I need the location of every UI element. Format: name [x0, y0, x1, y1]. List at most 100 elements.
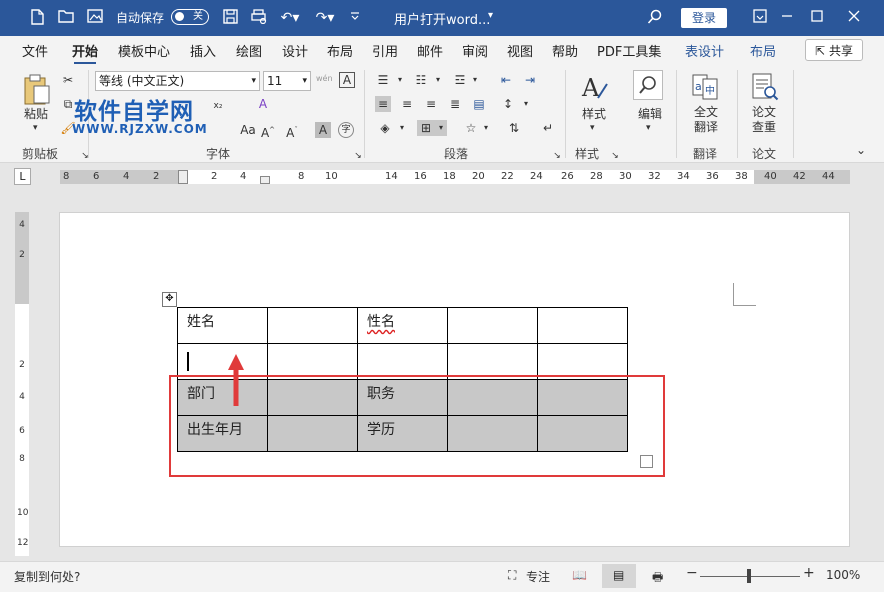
tab-table-layout[interactable]: 布局	[750, 41, 776, 60]
share-button[interactable]: ⇱ 共享	[805, 39, 863, 61]
bullets-icon[interactable]: ☰	[375, 72, 391, 88]
collapse-ribbon-icon[interactable]: ⌄	[853, 142, 869, 158]
chinese-layout-icon[interactable]: ☆	[463, 120, 479, 136]
paper-check-label-2[interactable]: 查重	[752, 119, 776, 135]
zoom-slider-thumb[interactable]	[747, 569, 751, 583]
font-size-dropdown-icon[interactable]: ▾	[302, 72, 307, 90]
clipboard-launcher-icon[interactable]: ↘	[77, 148, 93, 164]
tab-insert[interactable]: 插入	[190, 41, 216, 60]
redo-icon[interactable]: ↷▾	[314, 9, 336, 27]
paragraph-launcher-icon[interactable]: ↘	[549, 148, 565, 164]
shrink-font-icon[interactable]: Aˇ	[284, 122, 300, 140]
styles-icon[interactable]: A	[580, 72, 610, 104]
styles-launcher-icon[interactable]: ↘	[607, 148, 623, 164]
tab-view[interactable]: 视图	[507, 41, 533, 60]
undo-icon[interactable]: ↶▾	[279, 9, 301, 27]
title-dropdown-icon[interactable]: ▾	[488, 10, 493, 21]
tab-templates[interactable]: 模板中心	[118, 41, 170, 60]
decrease-indent-icon[interactable]: ⇤	[498, 72, 514, 88]
distributed-icon[interactable]: ▤	[471, 96, 487, 112]
styles-dropdown-icon[interactable]: ▾	[590, 120, 595, 136]
table-cell[interactable]: 性名	[357, 307, 448, 344]
read-mode-icon[interactable]: 📖	[572, 568, 587, 582]
autosave-toggle[interactable]: 关	[171, 9, 209, 25]
font-name-dropdown-icon[interactable]: ▾	[251, 72, 256, 90]
align-center-icon[interactable]: ≡	[399, 96, 415, 112]
align-left-icon[interactable]: ≡	[375, 96, 391, 112]
zoom-level[interactable]: 100%	[826, 568, 860, 582]
focus-icon[interactable]: ⛶	[508, 568, 516, 583]
paper-check-label-1[interactable]: 论文	[752, 104, 776, 120]
character-shading-icon[interactable]: A	[315, 122, 331, 138]
tab-references[interactable]: 引用	[372, 41, 398, 60]
new-document-icon[interactable]	[28, 9, 46, 27]
paste-dropdown-icon[interactable]: ▾	[33, 120, 38, 136]
tab-pdf-tools[interactable]: PDF工具集	[597, 41, 661, 60]
tab-review[interactable]: 审阅	[462, 41, 488, 60]
font-name-field[interactable]: 等线 (中文正文) ▾	[95, 71, 260, 91]
maximize-icon[interactable]	[808, 9, 826, 27]
vertical-ruler[interactable]: 4 2 2 4 6 8 10 12	[15, 212, 29, 556]
bullets-dropdown-icon[interactable]: ▾	[392, 72, 408, 88]
indent-marker[interactable]	[178, 170, 188, 184]
numbering-dropdown-icon[interactable]: ▾	[430, 72, 446, 88]
document-title[interactable]: 用户打开word...	[394, 9, 490, 28]
picture-icon[interactable]	[86, 9, 104, 27]
tab-draw[interactable]: 绘图	[236, 41, 262, 60]
table-cell[interactable]	[537, 307, 628, 344]
font-size-field[interactable]: 11 ▾	[263, 71, 311, 91]
sort-icon[interactable]: ⇅	[506, 120, 522, 136]
tab-layout[interactable]: 布局	[327, 41, 353, 60]
table-move-handle-icon[interactable]: ✥	[162, 292, 177, 307]
line-spacing-dropdown-icon[interactable]: ▾	[518, 96, 534, 112]
increase-indent-icon[interactable]: ⇥	[522, 72, 538, 88]
tab-table-design[interactable]: 表设计	[685, 41, 724, 60]
tab-home[interactable]: 开始	[72, 41, 98, 65]
numbering-icon[interactable]: ☷	[413, 72, 429, 88]
multilevel-dropdown-icon[interactable]: ▾	[467, 72, 483, 88]
ribbon-display-icon[interactable]	[751, 9, 769, 27]
line-spacing-icon[interactable]: ↕	[500, 96, 516, 112]
search-icon[interactable]	[646, 9, 664, 27]
table-resize-handle-icon[interactable]	[640, 455, 653, 468]
shading-dropdown-icon[interactable]: ▾	[394, 120, 410, 136]
print-preview-icon[interactable]	[250, 9, 268, 27]
paste-icon[interactable]	[22, 74, 52, 106]
grow-font-icon[interactable]: A^	[260, 122, 276, 140]
focus-label[interactable]: 专注	[526, 568, 550, 585]
paper-check-icon[interactable]	[750, 72, 780, 102]
character-border-icon[interactable]: A	[339, 72, 355, 88]
translate-label-1[interactable]: 全文	[694, 104, 718, 120]
multilevel-list-icon[interactable]: ☲	[452, 72, 468, 88]
indent-marker[interactable]	[260, 176, 270, 184]
subscript-icon[interactable]: x₂	[210, 98, 226, 114]
translate-label-2[interactable]: 翻译	[694, 119, 718, 135]
table-cell[interactable]: 姓名	[177, 307, 268, 344]
table-cell[interactable]	[267, 307, 358, 344]
cut-icon[interactable]: ✂	[60, 72, 76, 88]
edit-dropdown-icon[interactable]: ▾	[646, 120, 651, 136]
shading-icon[interactable]: ◈	[377, 120, 393, 136]
clear-formatting-icon[interactable]: A	[255, 96, 271, 112]
borders-icon[interactable]: ⊞	[417, 120, 435, 136]
chinese-layout-dropdown-icon[interactable]: ▾	[478, 120, 494, 136]
close-icon[interactable]	[845, 9, 863, 27]
tab-help[interactable]: 帮助	[552, 41, 578, 60]
horizontal-ruler[interactable]: 8 6 4 2 2 4 8 10 14 16 18 20 22 24 26 28…	[60, 170, 850, 184]
open-folder-icon[interactable]	[57, 9, 75, 27]
zoom-in-icon[interactable]: +	[803, 565, 815, 581]
tab-mailings[interactable]: 邮件	[417, 41, 443, 60]
tab-design[interactable]: 设计	[282, 41, 308, 60]
translate-icon[interactable]: a中	[690, 72, 720, 102]
enclose-characters-icon[interactable]: 字	[338, 122, 354, 138]
web-layout-icon[interactable]: 🖶	[652, 568, 663, 589]
table-cell[interactable]	[447, 307, 538, 344]
change-case-icon[interactable]: Aa	[240, 122, 256, 138]
zoom-out-icon[interactable]: −	[686, 565, 698, 581]
align-right-icon[interactable]: ≡	[423, 96, 439, 112]
show-marks-icon[interactable]: ↵	[540, 120, 556, 136]
tab-file[interactable]: 文件	[22, 41, 48, 60]
borders-dropdown-icon[interactable]: ▾	[435, 120, 447, 136]
tab-selector[interactable]: L	[14, 168, 31, 185]
find-icon[interactable]	[633, 70, 663, 100]
